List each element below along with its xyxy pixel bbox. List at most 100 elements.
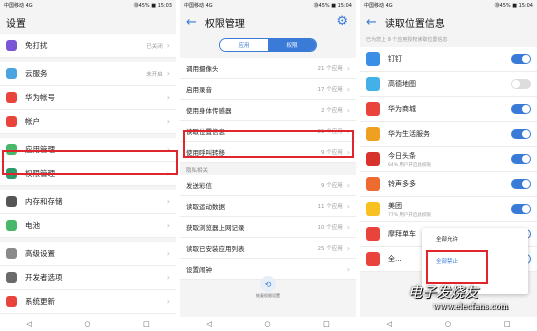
page-title-bar: 设置 [0, 10, 176, 34]
nav-bar: ◁ ○ □ [180, 317, 356, 331]
app-permission-row[interactable]: 钉钉 [360, 47, 537, 72]
location-toggle[interactable] [511, 54, 531, 64]
app-icon [366, 227, 380, 241]
settings-item[interactable]: 云服务 未开启 › [0, 62, 176, 86]
restore-permissions-button[interactable]: ⟲ 恢复权限设置 [248, 276, 288, 300]
chevron-right-icon: › [166, 221, 170, 230]
chevron-right-icon: › [346, 105, 350, 115]
carrier: 中国移动 4G [364, 2, 393, 9]
app-name: 高德地图 [388, 79, 416, 88]
settings-item-icon [6, 296, 17, 307]
permission-item[interactable]: 读取运动数据 11 个应用 › [180, 196, 356, 217]
chevron-right-icon: › [166, 249, 170, 258]
permission-label: 读取已安装应用列表 [186, 245, 245, 253]
settings-item-icon [6, 144, 17, 155]
recents-nav-icon[interactable]: □ [323, 320, 330, 328]
app-icon [366, 52, 380, 66]
settings-item[interactable]: 系统更新 › [0, 290, 176, 314]
location-toggle[interactable] [511, 129, 531, 139]
home-nav-icon[interactable]: ○ [84, 320, 90, 328]
location-toggle[interactable] [511, 79, 531, 89]
settings-item-icon [6, 40, 17, 51]
app-permission-row[interactable]: 铃声多多 [360, 172, 537, 197]
tab-apps[interactable]: 应用 [220, 39, 268, 51]
chevron-right-icon: › [166, 117, 170, 126]
settings-item-label: 高级设置 [25, 249, 55, 258]
location-toggle[interactable] [511, 204, 531, 214]
recents-nav-icon[interactable]: □ [504, 320, 511, 328]
settings-item[interactable]: 权限管理 › [0, 162, 176, 186]
settings-item-value: 已关闭 [146, 43, 163, 50]
carrier: 中国移动 4G [184, 2, 213, 9]
permission-label: 发送彩信 [186, 182, 212, 190]
settings-item[interactable]: 华为帐号 › [0, 86, 176, 110]
permission-item[interactable]: 调用摄像头 21 个应用 › [180, 58, 356, 79]
permission-label: 读取运动数据 [186, 203, 225, 211]
gear-icon[interactable]: ⚙ [336, 14, 348, 29]
app-name: 华为商城 [388, 104, 416, 113]
status-bar: 中国移动 4G ⓾45% ■ 15:04 [360, 0, 537, 10]
chevron-right-icon: › [166, 145, 170, 154]
permission-app-count: 11 个应用 [317, 204, 343, 210]
permission-item[interactable]: 读取位置信息 21 个应用 › [180, 121, 356, 142]
settings-item[interactable]: 内存和存储 › [0, 190, 176, 214]
app-permission-row[interactable]: 今日头条 64% 用户开启此权限 [360, 147, 537, 172]
app-permission-row[interactable]: 华为生活服务 [360, 122, 537, 147]
chevron-right-icon: › [166, 169, 170, 178]
status-bar: 中国移动 4G ⓾45% ■ 15:03 [0, 0, 176, 10]
permission-label: 使用身体传感器 [186, 107, 232, 115]
settings-item[interactable]: 应用管理 › [0, 138, 176, 162]
settings-item-label: 内存和存储 [25, 197, 63, 206]
chevron-right-icon: › [166, 197, 170, 206]
status-bar: 中国移动 4G ⓾45% ■ 15:04 [180, 0, 356, 10]
recents-nav-icon[interactable]: □ [143, 320, 150, 328]
back-nav-icon[interactable]: ◁ [206, 320, 211, 328]
app-permission-row[interactable]: 高德地图 [360, 72, 537, 97]
settings-item[interactable]: 高级设置 › [0, 242, 176, 266]
permission-app-count: 25 个应用 [317, 246, 343, 252]
permission-item[interactable]: 启用录音 17 个应用 › [180, 79, 356, 100]
app-permission-row[interactable]: 美团 77% 用户开启此权限 [360, 197, 537, 222]
back-arrow-icon[interactable]: ← [186, 16, 197, 29]
permission-item[interactable]: 获取浏览器上网记录 10 个应用 › [180, 217, 356, 238]
allow-all-option[interactable]: 全部允许 [422, 228, 528, 250]
back-nav-icon[interactable]: ◁ [26, 320, 31, 328]
permission-app-count: 2 个应用 [321, 108, 343, 114]
app-icon [366, 152, 380, 166]
back-nav-icon[interactable]: ◁ [386, 320, 391, 328]
settings-item[interactable]: 帐户 › [0, 110, 176, 134]
chevron-right-icon: › [166, 93, 170, 102]
tab-switcher: 应用 权限 [180, 34, 356, 58]
app-icon [366, 252, 380, 266]
app-name: 美团 [388, 201, 402, 210]
permission-label: 调用摄像头 [186, 65, 219, 73]
permission-item[interactable]: 发送彩信 9 个应用 › [180, 175, 356, 196]
settings-item[interactable]: 开发者选项 › [0, 266, 176, 290]
chevron-right-icon: › [166, 41, 170, 50]
back-arrow-icon[interactable]: ← [366, 16, 377, 29]
app-name: 摩拜单车 [388, 229, 416, 238]
permission-app-count: 9 个应用 [321, 183, 343, 189]
location-toggle[interactable] [511, 179, 531, 189]
permission-item[interactable]: 使用呼叫转移 9 个应用 › [180, 142, 356, 163]
app-permission-row[interactable]: 华为商城 [360, 97, 537, 122]
tab-permissions[interactable]: 权限 [268, 39, 316, 51]
location-toggle[interactable] [511, 104, 531, 114]
settings-item[interactable]: 免打扰 已关闭 › [0, 34, 176, 58]
app-icon [366, 127, 380, 141]
chevron-right-icon: › [346, 63, 350, 73]
home-nav-icon[interactable]: ○ [445, 320, 451, 328]
settings-item[interactable]: 电池 › [0, 214, 176, 238]
deny-all-option[interactable]: 全部禁止 [422, 250, 528, 272]
permission-label: 读取位置信息 [186, 128, 225, 136]
settings-item-label: 开发者选项 [25, 273, 63, 282]
settings-item-icon [6, 168, 17, 179]
home-nav-icon[interactable]: ○ [264, 320, 270, 328]
location-toggle[interactable] [511, 154, 531, 164]
nav-bar: ◁ ○ □ [360, 317, 537, 331]
permission-item[interactable]: 读取已安装应用列表 25 个应用 › [180, 238, 356, 259]
settings-screen: 中国移动 4G ⓾45% ■ 15:03 设置 免打扰 已关闭 › 云服务 未开启 › 华为… [0, 0, 176, 331]
app-name: 今日头条 [388, 151, 416, 160]
permission-item[interactable]: 使用身体传感器 2 个应用 › [180, 100, 356, 121]
permission-app-count: 21 个应用 [317, 129, 343, 135]
